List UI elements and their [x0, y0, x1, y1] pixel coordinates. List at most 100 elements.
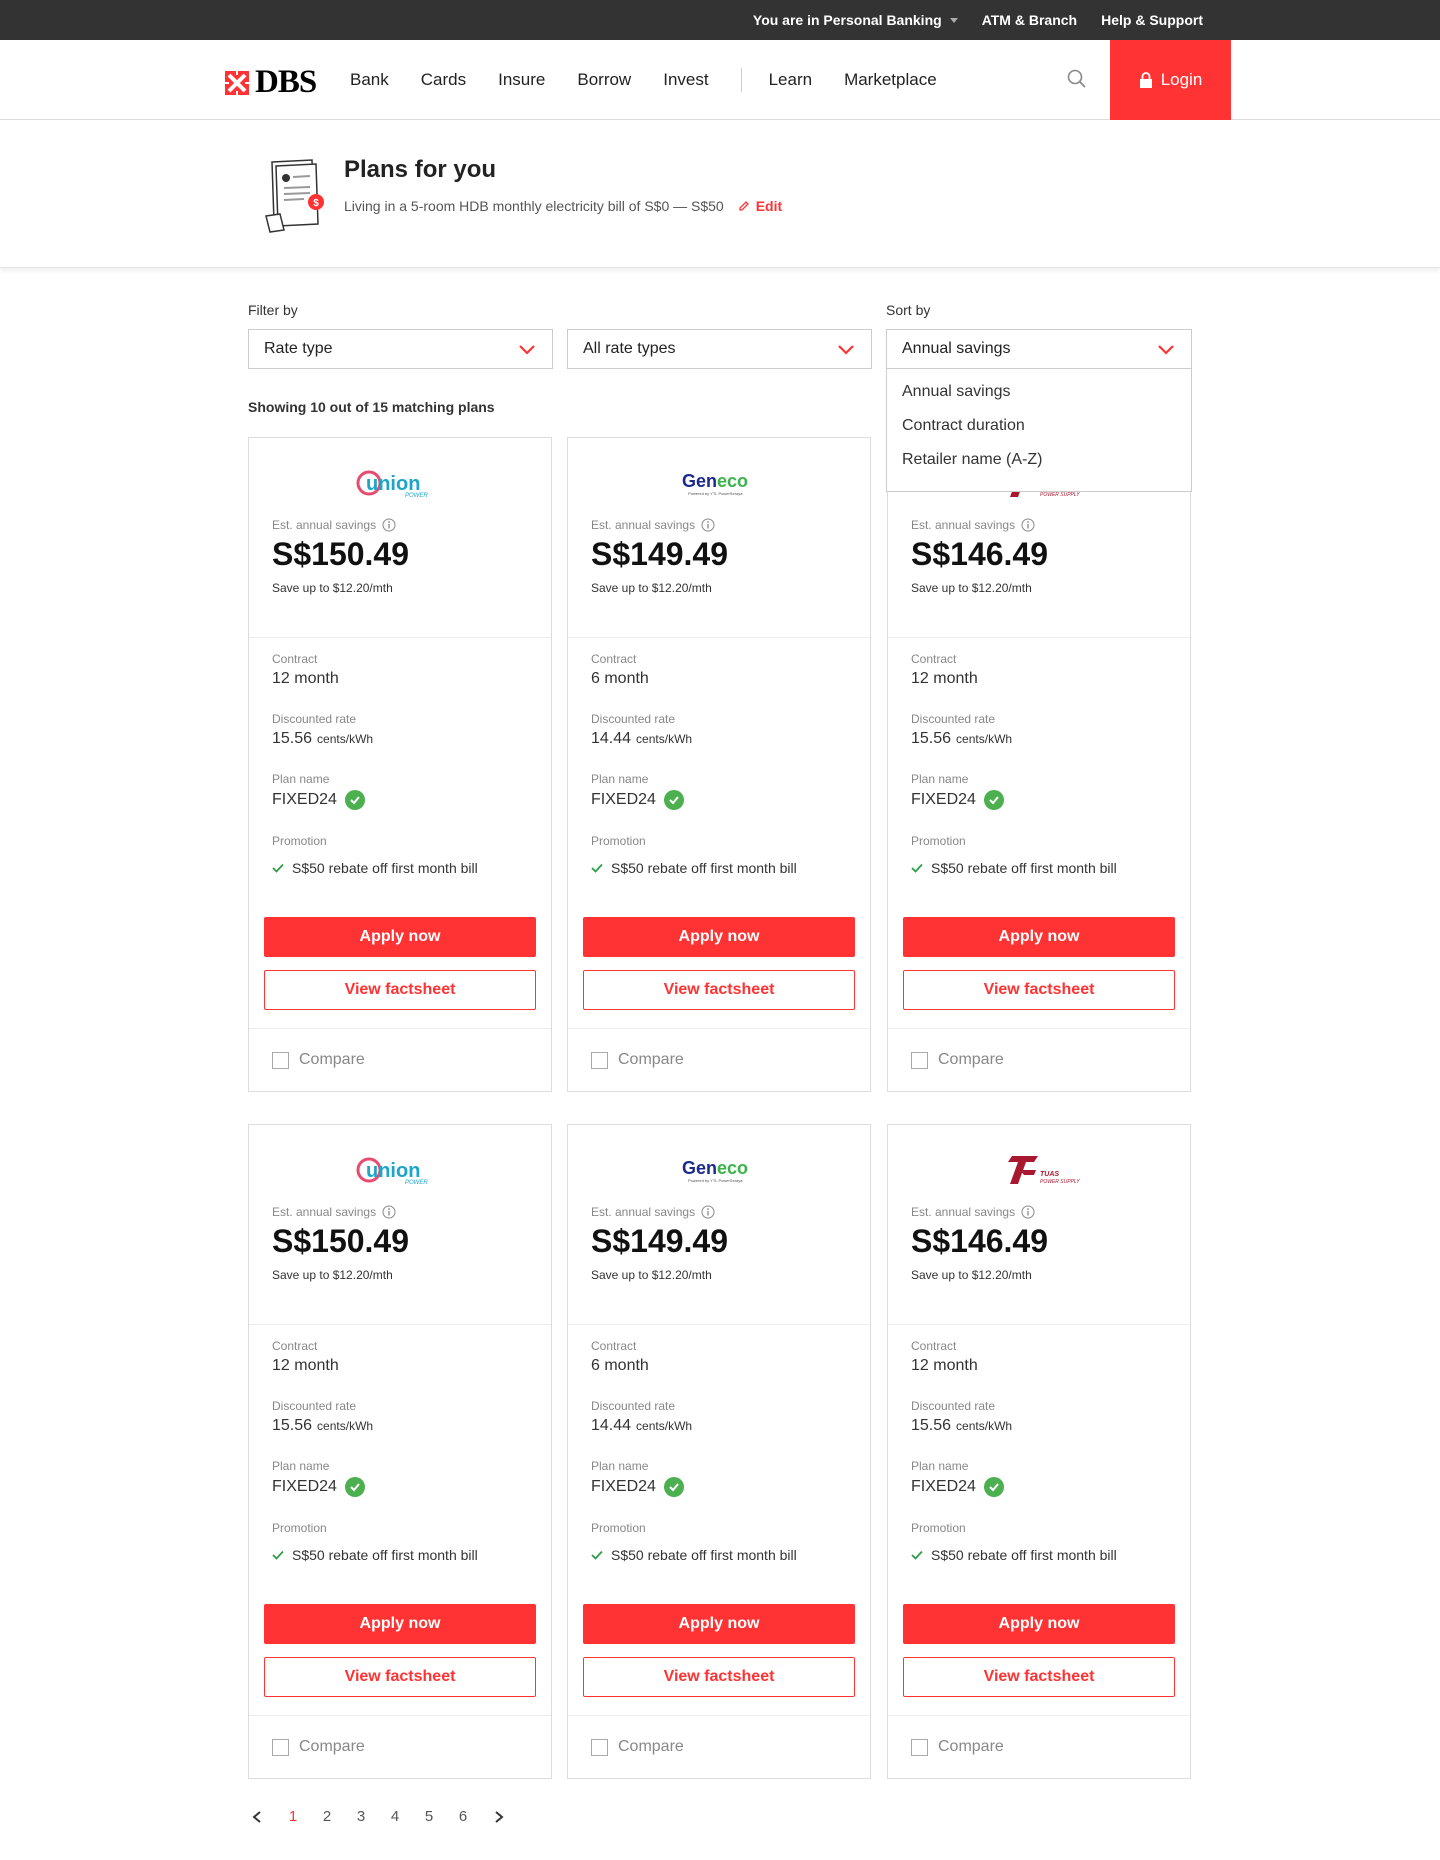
nav-marketplace[interactable]: Marketplace — [844, 70, 937, 90]
compare-label: Compare — [618, 1051, 684, 1068]
rate-unit: cents/kWh — [956, 1419, 1013, 1433]
compare-checkbox[interactable] — [272, 1738, 289, 1756]
sort-select[interactable]: Annual savings — [886, 329, 1192, 369]
compare-toggle[interactable]: Compare — [249, 1028, 551, 1091]
rate-row: 15.56 cents/kWh — [911, 1417, 1167, 1435]
plan-name-label: Plan name — [911, 1459, 969, 1473]
info-icon[interactable] — [382, 518, 396, 532]
chevron-right-icon[interactable] — [488, 1809, 508, 1825]
view-factsheet-button[interactable]: View factsheet — [903, 1657, 1175, 1697]
nav-cards[interactable]: Cards — [421, 70, 466, 90]
rate-value-select[interactable]: All rate types — [567, 329, 872, 369]
dbs-logo[interactable]: DBS — [223, 64, 317, 101]
promotion-label: Promotion — [272, 834, 327, 848]
caret-down-icon — [949, 17, 958, 23]
apply-now-button[interactable]: Apply now — [264, 1604, 536, 1644]
info-icon[interactable] — [701, 1205, 715, 1219]
nav-learn[interactable]: Learn — [769, 70, 812, 90]
compare-toggle[interactable]: Compare — [568, 1028, 870, 1091]
retailer-name: union — [366, 1160, 420, 1182]
compare-checkbox[interactable] — [591, 1051, 608, 1069]
page-3[interactable]: 3 — [344, 1808, 378, 1825]
atm-branch-link[interactable]: ATM & Branch — [982, 12, 1077, 28]
retailer-name: union — [366, 473, 420, 495]
plan-details: Contract 6 month Discounted rate 14.44 cents… — [568, 638, 870, 876]
sort-option-annual-savings[interactable]: Annual savings — [887, 383, 1191, 417]
info-icon[interactable] — [1021, 518, 1035, 532]
page-4[interactable]: 4 — [378, 1808, 412, 1825]
nav-insure[interactable]: Insure — [498, 70, 545, 90]
nav-bank[interactable]: Bank — [350, 70, 389, 90]
bill-document-icon: $ — [265, 159, 324, 233]
check-icon — [911, 863, 923, 873]
nav-invest[interactable]: Invest — [663, 70, 708, 90]
rate-row: 15.56 cents/kWh — [272, 730, 528, 748]
compare-toggle[interactable]: Compare — [888, 1715, 1190, 1778]
plan-name-label: Plan name — [591, 1459, 649, 1473]
rate-value: 14.44 — [591, 730, 632, 747]
page-1[interactable]: 1 — [276, 1808, 310, 1825]
info-icon[interactable] — [1021, 1205, 1035, 1219]
compare-label: Compare — [938, 1738, 1004, 1755]
apply-now-button[interactable]: Apply now — [903, 1604, 1175, 1644]
promotion-label: Promotion — [911, 834, 966, 848]
main-nav: DBS Bank Cards Insure Borrow Invest Lear… — [0, 40, 1440, 120]
rate-value: 15.56 — [911, 1417, 952, 1434]
view-factsheet-button[interactable]: View factsheet — [264, 1657, 536, 1697]
apply-now-button[interactable]: Apply now — [583, 917, 855, 957]
retailer-logo: TUASPOWER SUPPLY — [888, 1125, 1190, 1205]
compare-toggle[interactable]: Compare — [568, 1715, 870, 1778]
savings-label-row: Est. annual savings — [911, 518, 1167, 532]
results-count: Showing 10 out of 15 matching plans — [248, 399, 495, 415]
monthly-savings-note: Save up to $12.20/mth — [272, 581, 393, 595]
nav-borrow[interactable]: Borrow — [577, 70, 631, 90]
rate-value-value: All rate types — [583, 340, 676, 357]
pencil-icon — [739, 201, 749, 211]
view-factsheet-button[interactable]: View factsheet — [583, 970, 855, 1010]
info-icon[interactable] — [701, 518, 715, 532]
filter-label: Filter by — [248, 302, 298, 318]
rate-row: 14.44 cents/kWh — [591, 730, 847, 748]
chevron-left-icon[interactable] — [248, 1809, 268, 1825]
retailer-name: TUAS — [1040, 1171, 1059, 1178]
geneco-logo: GenecoPowered by YTL PowerSeraya — [682, 1158, 748, 1183]
sort-option-retailer-name[interactable]: Retailer name (A-Z) — [887, 451, 1191, 485]
apply-now-button[interactable]: Apply now — [264, 917, 536, 957]
view-factsheet-button[interactable]: View factsheet — [903, 970, 1175, 1010]
info-icon[interactable] — [382, 1205, 396, 1219]
page-5[interactable]: 5 — [412, 1808, 446, 1825]
help-support-link[interactable]: Help & Support — [1101, 12, 1203, 28]
chevron-down-icon — [519, 345, 535, 355]
promotion-text: S$50 rebate off first month bill — [611, 1547, 797, 1563]
compare-toggle[interactable]: Compare — [888, 1028, 1190, 1091]
union-power-logo: unionPOWER — [356, 470, 428, 499]
rate-label: Discounted rate — [272, 712, 357, 726]
retailer-name: Geneco — [682, 471, 748, 491]
compare-checkbox[interactable] — [911, 1051, 928, 1069]
search-icon[interactable] — [1066, 68, 1088, 90]
page-6[interactable]: 6 — [446, 1808, 480, 1825]
view-factsheet-button[interactable]: View factsheet — [264, 970, 536, 1010]
savings-label: Est. annual savings — [272, 518, 377, 532]
apply-now-button[interactable]: Apply now — [903, 917, 1175, 957]
contract-value: 12 month — [911, 1357, 978, 1374]
compare-checkbox[interactable] — [911, 1738, 928, 1756]
plan-details: Contract 12 month Discounted rate 15.56 cent… — [249, 1325, 551, 1563]
login-button[interactable]: Login — [1110, 40, 1231, 120]
rate-type-select[interactable]: Rate type — [248, 329, 553, 369]
compare-checkbox[interactable] — [591, 1738, 608, 1756]
view-factsheet-button[interactable]: View factsheet — [583, 1657, 855, 1697]
compare-toggle[interactable]: Compare — [249, 1715, 551, 1778]
apply-now-button[interactable]: Apply now — [583, 1604, 855, 1644]
segment-selector[interactable]: You are in Personal Banking — [729, 12, 958, 28]
savings-label: Est. annual savings — [911, 518, 1016, 532]
edit-criteria-button[interactable]: Edit — [738, 198, 782, 214]
nav-menu: Bank Cards Insure Borrow Invest Learn Ma… — [350, 40, 969, 120]
savings-label: Est. annual savings — [591, 518, 696, 532]
page-2[interactable]: 2 — [310, 1808, 344, 1825]
plan-name-value: FIXED24 — [272, 1478, 337, 1495]
sort-option-contract-duration[interactable]: Contract duration — [887, 417, 1191, 451]
compare-checkbox[interactable] — [272, 1051, 289, 1069]
savings-section: Est. annual savings S$150.49 Save up to $1… — [249, 1205, 551, 1325]
svg-text:$: $ — [313, 198, 319, 209]
